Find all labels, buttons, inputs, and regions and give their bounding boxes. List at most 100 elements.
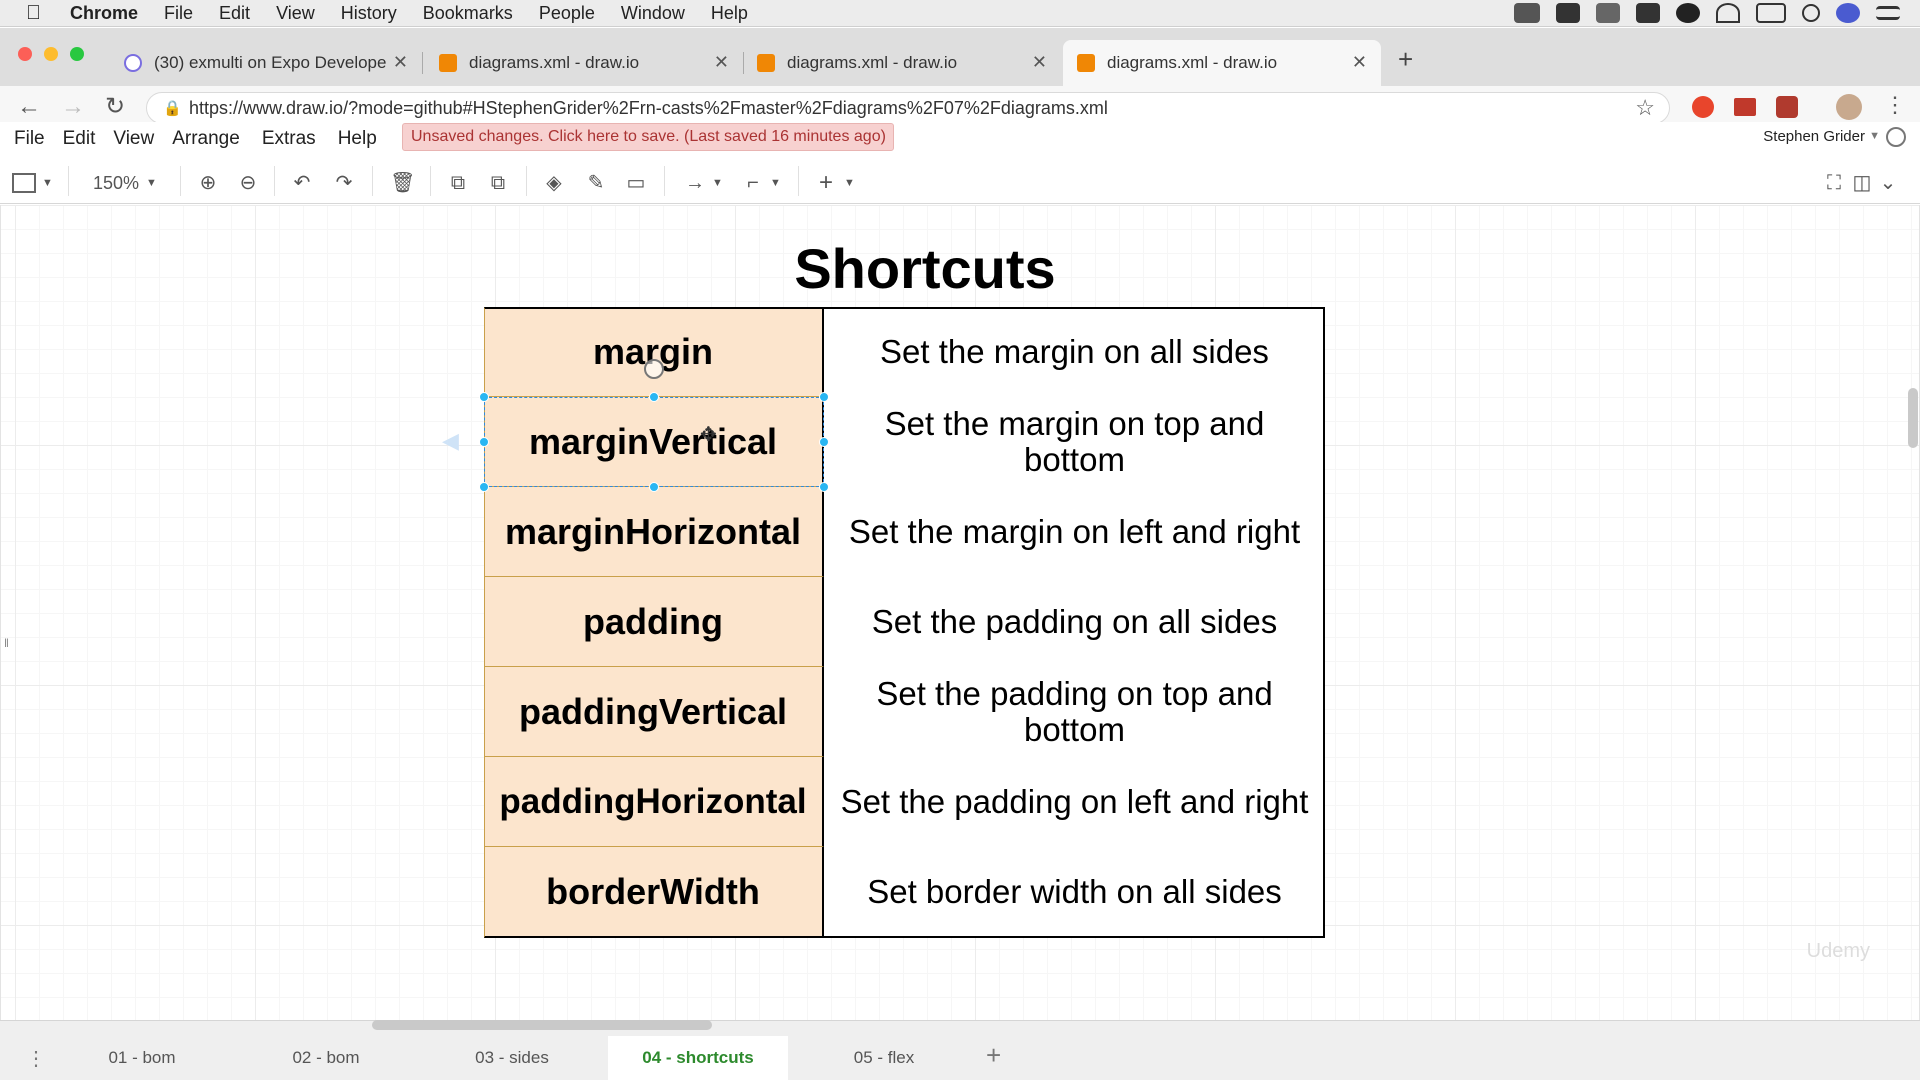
description-cell[interactable]: Set the padding on all sides bbox=[824, 577, 1325, 667]
chrome-menu-icon[interactable]: ⋮ bbox=[1884, 92, 1906, 118]
resize-handle[interactable] bbox=[819, 482, 829, 492]
style-key-cell[interactable]: marginVertical bbox=[484, 397, 824, 487]
new-tab-icon[interactable]: + bbox=[1398, 44, 1413, 75]
chevron-down-icon[interactable]: ▼ bbox=[712, 172, 723, 194]
siri-icon[interactable] bbox=[1836, 3, 1860, 23]
shadow-icon[interactable]: ▭ bbox=[624, 172, 648, 194]
page-tab[interactable]: 03 - sides bbox=[422, 1036, 602, 1080]
connection-icon[interactable]: → bbox=[680, 172, 710, 194]
address-bar[interactable]: 🔒 https://www.draw.io/?mode=github#HStep… bbox=[146, 92, 1670, 124]
resize-handle[interactable] bbox=[819, 392, 829, 402]
browser-tab[interactable]: diagrams.xml - draw.io ✕ bbox=[743, 40, 1061, 86]
extension-icon[interactable] bbox=[1776, 96, 1798, 118]
undo-icon[interactable]: ↶ bbox=[290, 172, 314, 194]
browser-tab[interactable]: (30) exmulti on Expo Develope ✕ bbox=[110, 40, 423, 86]
style-key-cell[interactable]: marginHorizontal bbox=[484, 487, 824, 577]
close-tab-icon[interactable]: ✕ bbox=[714, 52, 729, 73]
drawio-menu-arrange[interactable]: Arrange bbox=[172, 128, 240, 150]
rotate-handle-icon[interactable] bbox=[644, 359, 664, 379]
resize-handle[interactable] bbox=[819, 437, 829, 447]
extension-icon[interactable] bbox=[1692, 96, 1714, 118]
browser-tab-active[interactable]: diagrams.xml - draw.io ✕ bbox=[1063, 40, 1381, 86]
menu-view[interactable]: View bbox=[276, 3, 315, 24]
description-cell[interactable]: Set the margin on all sides bbox=[824, 307, 1325, 397]
style-key-cell[interactable]: margin bbox=[484, 307, 824, 397]
drawio-menu-file[interactable]: File bbox=[14, 128, 45, 150]
menu-app-name[interactable]: Chrome bbox=[70, 3, 138, 24]
description-cell[interactable]: Set the padding on left and right bbox=[824, 757, 1325, 847]
diagram-title[interactable]: Shortcuts bbox=[700, 236, 1150, 301]
sidebar-resize-handle[interactable]: ‖ bbox=[4, 636, 9, 650]
page-tab[interactable]: 05 - flex bbox=[794, 1036, 974, 1080]
line-color-icon[interactable]: ✎ bbox=[584, 172, 608, 194]
menu-history[interactable]: History bbox=[341, 3, 397, 24]
browser-tab[interactable]: diagrams.xml - draw.io ✕ bbox=[425, 40, 744, 86]
search-icon[interactable] bbox=[1802, 4, 1820, 22]
waypoints-icon[interactable]: ⌐ bbox=[740, 172, 766, 194]
vertical-scrollbar[interactable] bbox=[1908, 388, 1918, 448]
page-tab[interactable]: 01 - bom bbox=[52, 1036, 232, 1080]
chevron-down-icon[interactable]: ▼ bbox=[844, 172, 855, 194]
unsaved-changes-banner[interactable]: Unsaved changes. Click here to save. (La… bbox=[402, 123, 894, 151]
zoom-in-icon[interactable]: ⊕ bbox=[196, 172, 220, 194]
redo-icon[interactable]: ↷ bbox=[332, 172, 356, 194]
delete-icon[interactable]: 🗑 bbox=[390, 172, 415, 194]
add-page-icon[interactable]: + bbox=[986, 1040, 1001, 1071]
to-front-icon[interactable]: ⧉ bbox=[446, 172, 470, 194]
style-key-cell[interactable]: padding bbox=[484, 577, 824, 667]
insert-plus-icon[interactable]: + bbox=[814, 171, 838, 195]
menu-window[interactable]: Window bbox=[621, 3, 685, 24]
profile-avatar[interactable] bbox=[1836, 94, 1862, 120]
resize-handle[interactable] bbox=[649, 392, 659, 402]
lotus-icon[interactable] bbox=[1596, 3, 1620, 23]
to-back-icon[interactable]: ⧉ bbox=[486, 172, 510, 194]
chevron-down-icon[interactable]: ▼ bbox=[42, 172, 53, 194]
description-cell[interactable]: Set the margin on left and right bbox=[824, 487, 1325, 577]
style-key-cell[interactable]: paddingVertical bbox=[484, 667, 824, 757]
resize-handle[interactable] bbox=[479, 392, 489, 402]
connect-arrow-icon[interactable]: ◀ bbox=[442, 428, 459, 454]
chevron-down-icon[interactable]: ▼ bbox=[1869, 130, 1880, 142]
close-tab-icon[interactable]: ✕ bbox=[1352, 52, 1367, 73]
bookmark-star-icon[interactable]: ☆ bbox=[1635, 95, 1655, 121]
apple-icon[interactable]:  bbox=[26, 3, 52, 23]
menu-people[interactable]: People bbox=[539, 3, 595, 24]
description-cell[interactable]: Set border width on all sides bbox=[824, 847, 1325, 937]
squirrel-icon[interactable] bbox=[1556, 3, 1580, 23]
window-zoom-button[interactable] bbox=[70, 47, 84, 61]
resize-handle[interactable] bbox=[479, 437, 489, 447]
user-name[interactable]: Stephen Grider bbox=[1763, 128, 1865, 145]
wifi-icon[interactable] bbox=[1716, 3, 1740, 23]
language-globe-icon[interactable] bbox=[1886, 127, 1906, 147]
horizontal-scrollbar[interactable] bbox=[372, 1020, 712, 1030]
pages-menu-icon[interactable]: ⋮ bbox=[26, 1046, 46, 1071]
notification-center-icon[interactable] bbox=[1876, 6, 1900, 20]
battery-icon[interactable] bbox=[1756, 3, 1786, 23]
window-close-button[interactable] bbox=[18, 47, 32, 61]
glasses-icon[interactable] bbox=[1514, 3, 1540, 23]
chevron-down-icon[interactable]: ▼ bbox=[770, 172, 781, 194]
drawio-menu-help[interactable]: Help bbox=[338, 128, 377, 150]
close-tab-icon[interactable]: ✕ bbox=[393, 52, 408, 73]
format-panel-icon[interactable] bbox=[12, 173, 36, 193]
description-cell[interactable]: Set the margin on top and bottom bbox=[824, 397, 1325, 487]
style-key-cell[interactable]: paddingHorizontal bbox=[484, 757, 824, 847]
close-tab-icon[interactable]: ✕ bbox=[1032, 52, 1047, 73]
menu-help[interactable]: Help bbox=[711, 3, 748, 24]
reload-icon[interactable]: ↻ bbox=[100, 92, 130, 122]
extension-icon[interactable] bbox=[1734, 98, 1756, 116]
collapse-chevron-icon[interactable]: ⌄ bbox=[1878, 172, 1898, 194]
fill-color-icon[interactable]: ◈ bbox=[542, 172, 566, 194]
description-cell[interactable]: Set the padding on top and bottom bbox=[824, 667, 1325, 757]
page-tab-active[interactable]: 04 - shortcuts bbox=[608, 1036, 788, 1080]
zoom-out-icon[interactable]: ⊖ bbox=[236, 172, 260, 194]
resize-handle[interactable] bbox=[649, 482, 659, 492]
fullscreen-icon[interactable]: ⛶ bbox=[1824, 172, 1844, 194]
toggle-panel-icon[interactable]: ◫ bbox=[1852, 172, 1872, 194]
forward-arrow-icon[interactable]: → bbox=[58, 92, 88, 122]
page-tab[interactable]: 02 - bom bbox=[236, 1036, 416, 1080]
style-key-cell[interactable]: borderWidth bbox=[484, 847, 824, 937]
drawio-menu-view[interactable]: View bbox=[113, 128, 154, 150]
zoom-level[interactable]: 150% bbox=[88, 172, 144, 194]
window-minimize-button[interactable] bbox=[44, 47, 58, 61]
